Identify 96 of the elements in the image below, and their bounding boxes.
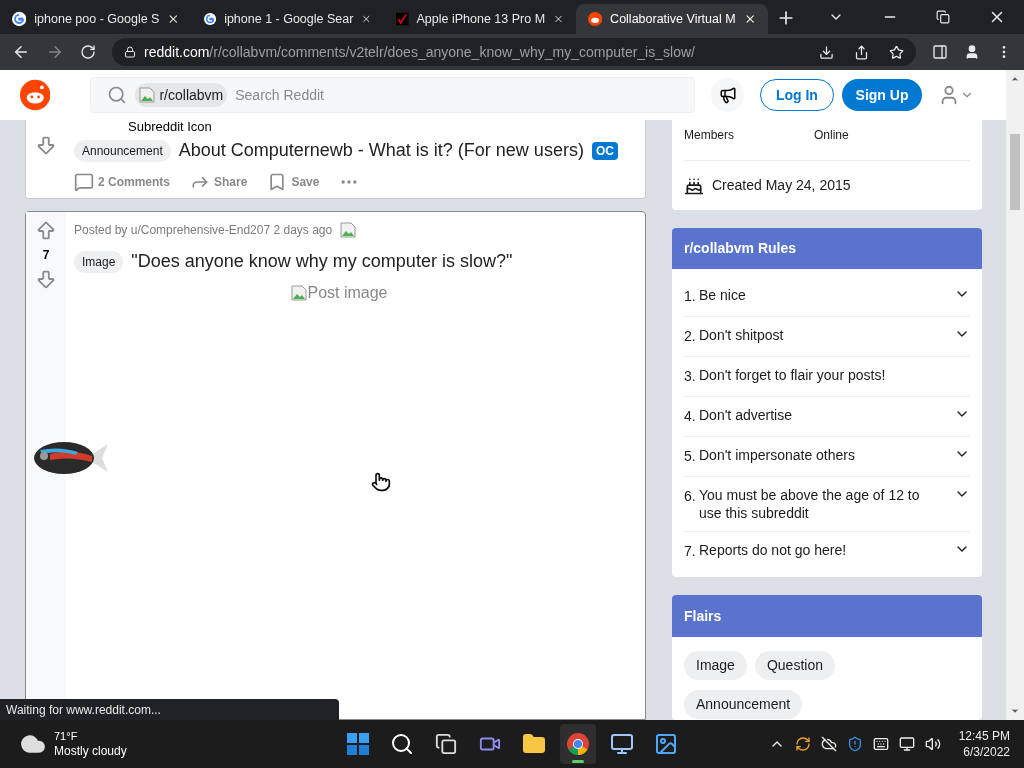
reload-icon[interactable] xyxy=(80,44,96,60)
cloud-off-icon[interactable] xyxy=(820,736,837,752)
broken-image-icon xyxy=(291,285,308,301)
members-label: Members xyxy=(684,127,735,144)
post-author: Posted by u/Comprehensive-End207 2 days ago xyxy=(74,222,333,239)
check-icon xyxy=(396,11,409,27)
post-title[interactable]: "Does anyone know why my computer is slow?" xyxy=(131,248,513,275)
profile-icon[interactable] xyxy=(964,44,980,60)
rule-text: Don't forget to flair your posts! xyxy=(699,366,887,384)
megaphone-icon xyxy=(718,86,737,104)
rule-text: You must be above the age of 12 to use this subreddit xyxy=(699,486,921,522)
oc-tag: OC xyxy=(591,141,618,160)
rule-text: Don't shitpost xyxy=(699,326,785,344)
temperature: 71°F xyxy=(54,729,79,744)
online-label: Online xyxy=(814,127,849,144)
downvote-icon[interactable] xyxy=(35,134,57,156)
image-alt-text: Post image xyxy=(307,283,388,303)
photos-icon[interactable] xyxy=(654,732,678,756)
created-date: Created May 24, 2015 xyxy=(712,176,851,195)
reddit-icon xyxy=(588,11,603,27)
google-icon xyxy=(204,11,217,27)
upvote-icon[interactable] xyxy=(35,220,57,242)
broken-image-icon xyxy=(139,87,156,103)
comment-icon xyxy=(74,172,94,192)
folder-icon[interactable] xyxy=(522,732,546,756)
install-icon[interactable] xyxy=(819,44,834,60)
browser-tab[interactable]: iphone 1 - Google Sear xyxy=(192,4,384,34)
forward-icon[interactable] xyxy=(46,43,64,61)
rule-text: Be nice xyxy=(699,286,747,304)
rule-number: 1. xyxy=(684,287,697,306)
share-icon[interactable] xyxy=(854,44,869,60)
address-field[interactable]: reddit.com/r/collabvm/comments/v2telr/does_anyone_know_why_my_computer_is_slow/ xyxy=(112,38,916,66)
broken-image-icon xyxy=(340,222,357,238)
scroll-up-icon[interactable] xyxy=(1010,74,1020,84)
search-icon xyxy=(107,85,128,105)
advertise-button[interactable] xyxy=(711,78,744,112)
google-icon xyxy=(12,11,27,27)
flair-tag[interactable]: Announcement xyxy=(684,690,803,719)
weather-text: Mostly cloudy xyxy=(54,744,127,759)
comments-button[interactable]: 2 Comments xyxy=(74,172,171,192)
flairs-title: Flairs xyxy=(684,606,722,626)
browser-tab[interactable]: iphone poo - Google S xyxy=(0,4,192,34)
monitor-icon[interactable] xyxy=(610,732,634,756)
post-flair[interactable]: Announcement xyxy=(74,139,171,162)
rule-text: Reports do not go here! xyxy=(699,541,848,559)
bookmark-icon[interactable] xyxy=(889,44,904,60)
security-icon[interactable] xyxy=(846,736,863,752)
sign-up-button[interactable]: Sign Up xyxy=(842,79,922,111)
rule-number: 2. xyxy=(684,327,697,346)
rule-item[interactable]: 7. Reports do not go here! xyxy=(684,532,970,571)
chrome-icon[interactable] xyxy=(566,732,590,756)
flair-tag[interactable]: Question xyxy=(754,651,835,680)
status-bubble: Waiting for www.reddit.com... xyxy=(0,699,339,720)
rule-item[interactable]: 4. Don't advertise xyxy=(684,397,970,437)
vote-count: 7 xyxy=(42,247,50,264)
lock-icon[interactable] xyxy=(124,46,136,58)
rule-text: Don't impersonate others xyxy=(699,446,856,464)
close-icon[interactable] xyxy=(167,12,180,26)
clock[interactable]: 12:45 PM 6/3/2022 xyxy=(958,728,1010,760)
browser-tab[interactable]: Apple iPhone 13 Pro M xyxy=(384,4,576,34)
scroll-thumb[interactable] xyxy=(1010,134,1020,210)
browser-tab[interactable]: Collaborative Virtual M xyxy=(576,4,768,34)
rule-item[interactable]: 2. Don't shitpost xyxy=(684,317,970,357)
alt-text: Subreddit Icon xyxy=(128,120,212,134)
volume-icon[interactable] xyxy=(924,736,941,752)
downvote-icon[interactable] xyxy=(35,268,57,290)
reddit-logo[interactable] xyxy=(20,79,51,111)
search-field[interactable]: r/collabvm Search Reddit xyxy=(90,77,696,113)
back-icon[interactable] xyxy=(12,43,30,61)
rule-number: 4. xyxy=(684,407,697,426)
sync-icon[interactable] xyxy=(794,736,811,752)
keyboard-icon[interactable] xyxy=(872,736,889,752)
side-panel-icon[interactable] xyxy=(932,44,948,60)
taskbar-app[interactable] xyxy=(560,724,596,764)
rule-number: 7. xyxy=(684,542,697,561)
scrollbar[interactable] xyxy=(1006,70,1024,720)
rule-item[interactable]: 6. You must be above the age of 12 to use this subreddit xyxy=(684,477,970,532)
post-title[interactable]: About Computernewb - What is it? (For new users) xyxy=(178,137,584,164)
rule-number: 3. xyxy=(684,367,697,386)
post-flair[interactable]: Image xyxy=(74,250,124,273)
network-icon[interactable] xyxy=(898,736,915,752)
restore-icon[interactable] xyxy=(936,10,950,24)
scroll-down-icon[interactable] xyxy=(1010,706,1020,716)
rule-item[interactable]: 5. Don't impersonate others xyxy=(684,437,970,477)
flair-tag[interactable]: Image xyxy=(684,651,747,680)
rule-number: 5. xyxy=(684,447,697,466)
windows-icon[interactable] xyxy=(346,732,370,756)
rules-title: r/collabvm Rules xyxy=(684,239,797,258)
subreddit-chip[interactable]: r/collabvm xyxy=(135,83,228,107)
search-icon[interactable] xyxy=(390,732,414,756)
hand-cursor-icon xyxy=(371,472,391,492)
post-card[interactable]: Subreddit Icon Announcement About Computernewb - What is it? (For new users) OC 2 Comments Share Save xyxy=(25,120,646,199)
rule-item[interactable]: 1. Be nice xyxy=(684,277,970,317)
rule-text: Don't advertise xyxy=(699,406,793,424)
task-view-icon[interactable] xyxy=(435,733,457,755)
rule-number: 6. xyxy=(684,487,697,506)
